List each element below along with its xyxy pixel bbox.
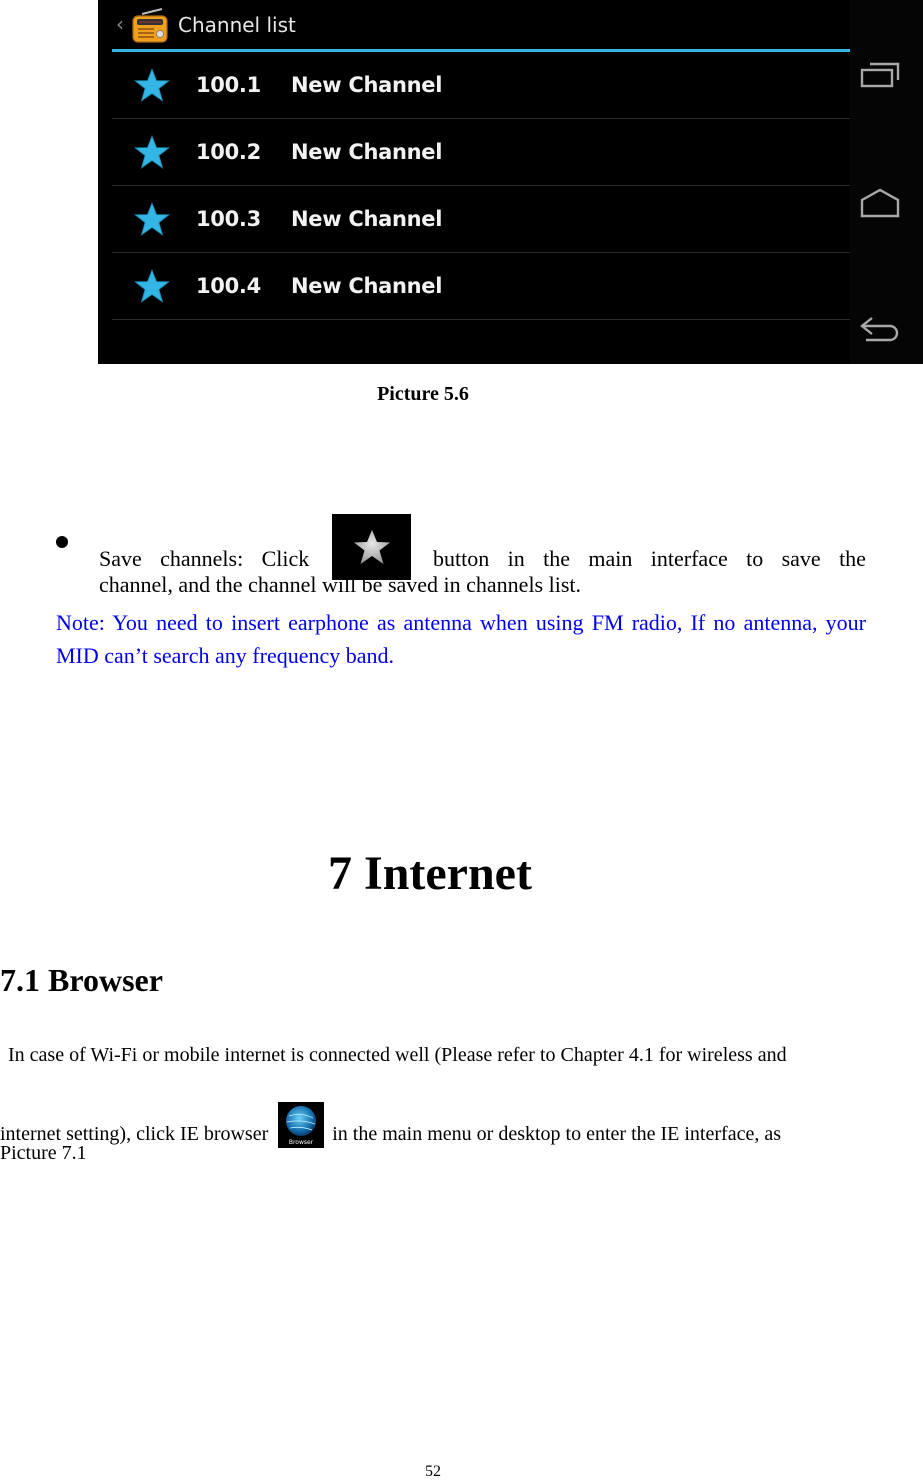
star-icon[interactable] — [134, 202, 170, 236]
channel-row[interactable]: 100.1 New Channel — [112, 52, 850, 119]
chapter-title: 7 Internet — [328, 847, 532, 900]
radio-icon[interactable] — [130, 8, 170, 44]
channel-frequency: 100.1 — [196, 73, 261, 97]
channel-name: New Channel — [291, 73, 443, 97]
paragraph-line: Picture 7.1 — [0, 1142, 87, 1164]
section-title: 7.1 Browser — [0, 962, 163, 998]
star-icon[interactable] — [134, 135, 170, 169]
back-icon[interactable] — [858, 312, 906, 348]
bullet-icon — [56, 536, 68, 548]
channel-row[interactable]: 100.3 New Channel — [112, 186, 850, 253]
action-bar: ‹ Channel list — [98, 0, 850, 52]
figure-caption: Picture 5.6 — [377, 383, 469, 405]
paragraph-text: in the main menu or desktop to enter the… — [332, 1123, 781, 1145]
bullet-word: to — [746, 546, 764, 571]
browser-icon: Browser — [278, 1102, 325, 1148]
note-text: Note: You need to insert earphone as ant… — [56, 610, 866, 668]
screen-title: Channel list — [178, 13, 296, 37]
channel-list: 100.1 New Channel 100.2 New Channel 100.… — [112, 52, 850, 320]
bullet-word: main — [588, 546, 633, 571]
recent-apps-icon[interactable] — [858, 58, 906, 94]
channel-row[interactable]: 100.2 New Channel — [112, 119, 850, 186]
paragraph-line: internet setting), click IE browser Brow… — [0, 1102, 781, 1149]
bullet-word: save — [781, 546, 821, 571]
channel-frequency: 100.4 — [196, 274, 261, 298]
chevron-left-icon[interactable]: ‹ — [116, 12, 124, 36]
channel-row[interactable]: 100.4 New Channel — [112, 253, 850, 320]
channel-name: New Channel — [291, 140, 443, 164]
page-number: 52 — [425, 1463, 441, 1480]
star-icon[interactable] — [134, 269, 170, 303]
star-icon[interactable] — [134, 68, 170, 102]
channel-frequency: 100.3 — [196, 207, 261, 231]
star-icon — [353, 530, 390, 564]
paragraph-line: In case of Wi-Fi or mobile internet is c… — [8, 1044, 787, 1066]
bullet-line: channel, and the channel will be saved i… — [99, 572, 582, 597]
channel-list-screenshot: ‹ Channel list 100.1 New Channel 100.2 N… — [98, 0, 923, 364]
browser-icon-label: Browser — [289, 1139, 314, 1146]
bullet-word: the — [839, 546, 866, 571]
channel-name: New Channel — [291, 274, 443, 298]
system-navigation-bar — [850, 0, 923, 364]
home-icon[interactable] — [858, 186, 906, 222]
channel-frequency: 100.2 — [196, 140, 261, 164]
bullet-word: interface — [650, 546, 728, 571]
channel-name: New Channel — [291, 207, 443, 231]
